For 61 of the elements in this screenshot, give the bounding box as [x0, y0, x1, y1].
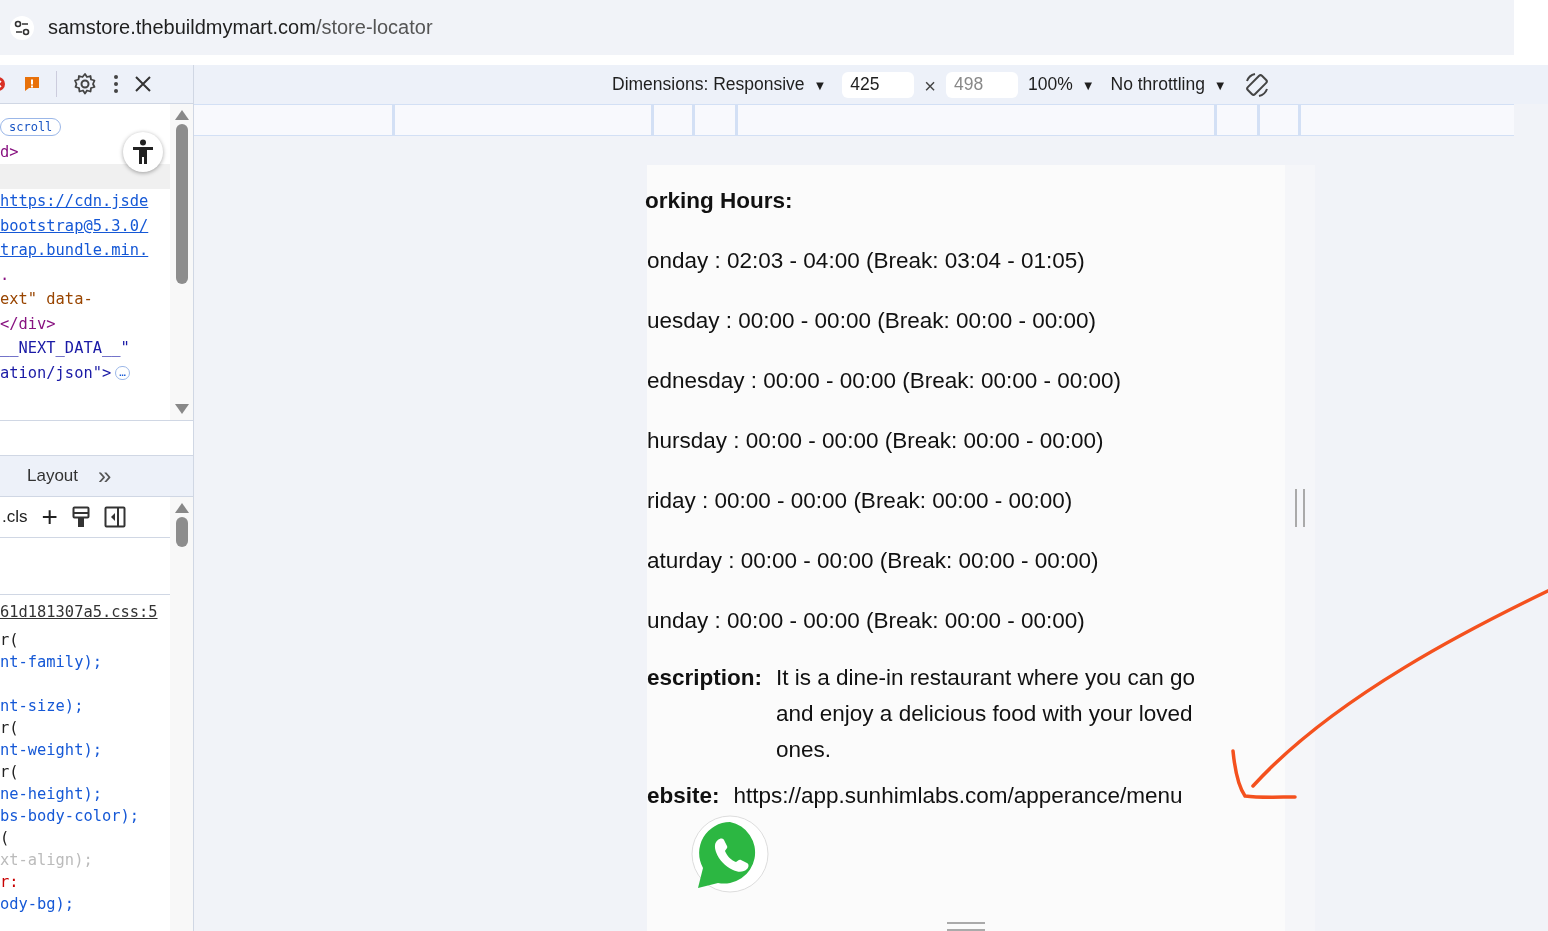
hours-text: hursday : 00:00 - 00:00 (Break: 00:00 - 00:00): [647, 427, 1105, 455]
url-text[interactable]: samstore.thebuildmymart.com/store-locator: [48, 16, 433, 39]
code-text: nt-family);: [0, 653, 102, 671]
code-text: r(: [0, 631, 19, 649]
hours-text: ednesday : 00:00 - 00:00 (Break: 00:00 - 00:00): [647, 367, 1123, 395]
working-hours-heading: orking Hours:: [645, 187, 794, 215]
code-text: ext" data-: [0, 289, 93, 310]
site-settings-icon[interactable]: [10, 15, 34, 40]
hours-text: aturday : 00:00 - 00:00 (Break: 00:00 - 00:00): [647, 547, 1100, 575]
scrollbar-thumb[interactable]: [175, 517, 188, 547]
code-text: r:: [0, 873, 19, 891]
code-text[interactable]: bootstrap@5.3.0/: [0, 213, 149, 238]
code-text: __NEXT_DATA__": [0, 338, 130, 359]
zoom-dropdown[interactable]: 100% ▼: [1028, 74, 1095, 95]
code-text[interactable]: trap.bundle.min.: [0, 238, 149, 263]
scroll-down-icon[interactable]: [174, 404, 189, 414]
description-label: escription:: [647, 664, 763, 692]
resize-handle[interactable]: [947, 922, 985, 931]
scroll-up-icon[interactable]: [174, 503, 189, 513]
hours-text: riday : 00:00 - 00:00 (Break: 00:00 - 00:00): [647, 487, 1074, 515]
scrollbar-thumb[interactable]: [175, 124, 188, 284]
warning-icon[interactable]: [24, 76, 40, 92]
code-text: xt-align);: [0, 851, 93, 869]
code-text: nt-weight);: [0, 741, 102, 759]
hours-text: onday : 02:03 - 04:00 (Break: 03:04 - 01:05): [647, 247, 1086, 275]
hours-text: unday : 00:00 - 00:00 (Break: 00:00 - 00:00): [647, 607, 1086, 635]
code-text: .: [0, 264, 10, 286]
close-icon[interactable]: [135, 76, 151, 92]
new-rule-button[interactable]: +: [41, 503, 58, 531]
code-text: bs-body-color);: [0, 807, 139, 825]
settings-icon[interactable]: [73, 72, 97, 96]
throttling-dropdown[interactable]: No throttling ▼: [1110, 74, 1227, 95]
cls-button[interactable]: .cls: [2, 507, 28, 527]
dimensions-dropdown[interactable]: Dimensions: Responsive ▼: [612, 74, 827, 95]
layout-tab[interactable]: Layout: [27, 466, 79, 486]
code-text: ody-bg);: [0, 895, 75, 913]
more-tabs-button[interactable]: »: [98, 464, 112, 488]
width-field[interactable]: 425: [842, 71, 915, 98]
scroll-up-icon[interactable]: [174, 110, 189, 120]
code-text[interactable]: https://cdn.jsde: [0, 189, 149, 214]
website-label: ebsite:: [647, 782, 720, 810]
code-text: r(: [0, 763, 19, 781]
website-link[interactable]: https://app.sunhimlabs.com/apperance/menu: [733, 778, 1183, 814]
person-icon: [132, 139, 154, 165]
accessibility-button[interactable]: [123, 132, 163, 172]
description-text: It is a dine-in restaurant where you can go and enjoy a delicious food with your loved ones.: [776, 664, 1197, 764]
paint-brush-icon[interactable]: [71, 506, 90, 528]
times-sign: ×: [924, 75, 936, 98]
code-text: d>: [0, 141, 19, 163]
hours-text: uesday : 00:00 - 00:00 (Break: 00:00 - 00:00): [647, 307, 1098, 335]
code-text: (: [0, 829, 10, 847]
code-text: r(: [0, 719, 19, 737]
source-link[interactable]: 61d181307a5.css:5: [0, 603, 158, 621]
code-text: </div>: [0, 313, 56, 335]
more-options-icon[interactable]: [113, 74, 119, 94]
code-text: nt-size);: [0, 697, 84, 715]
code-text: ne-height);: [0, 785, 102, 803]
height-field[interactable]: 498: [946, 71, 1018, 98]
resize-handle[interactable]: [1295, 489, 1305, 527]
sidebar-toggle-icon[interactable]: [103, 506, 126, 528]
code-text: ation/json">: [0, 362, 112, 384]
